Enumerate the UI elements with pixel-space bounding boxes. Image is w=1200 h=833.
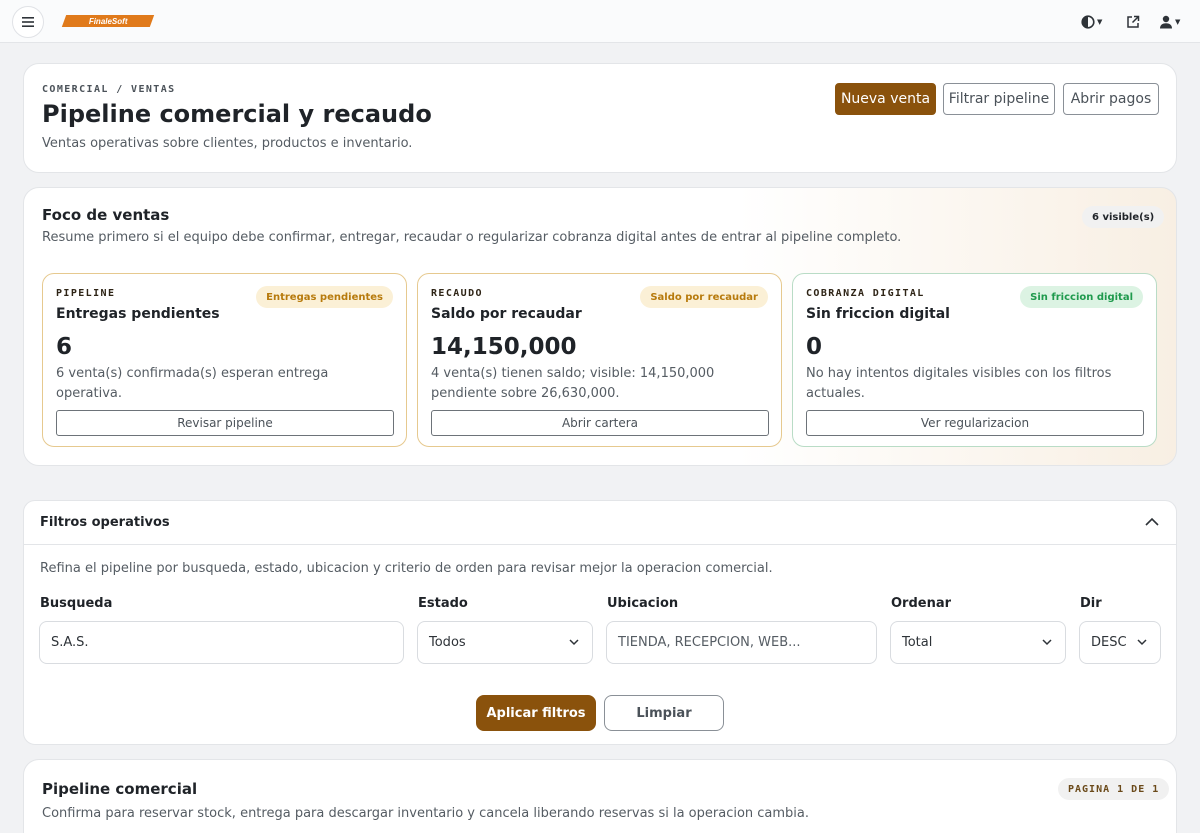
status-badge: Entregas pendientes (256, 286, 393, 308)
search-label: Busqueda (40, 596, 113, 611)
metric-title: Entregas pendientes (56, 306, 220, 322)
page-badge: PAGINA 1 DE 1 (1058, 778, 1170, 800)
chevron-up-icon[interactable] (1145, 517, 1159, 527)
review-pipeline-button[interactable]: Revisar pipeline (56, 410, 394, 436)
status-select[interactable]: Todos (417, 621, 593, 664)
apply-filters-button[interactable]: Aplicar filtros (476, 695, 596, 731)
metric-card-digital: COBRANZA DIGITAL Sin friccion digital Si… (792, 273, 1157, 447)
search-value: S.A.S. (51, 635, 89, 650)
caret-down-icon: ▼ (1175, 18, 1181, 26)
chevron-down-icon (569, 639, 579, 646)
external-link-button[interactable] (1126, 12, 1140, 32)
theme-icon (1081, 15, 1095, 29)
metric-description: 4 venta(s) tienen saldo; visible: 14,150… (431, 366, 715, 401)
chevron-down-icon (1042, 639, 1052, 646)
location-label: Ubicacion (607, 596, 679, 611)
new-sale-button[interactable]: Nueva venta (835, 83, 936, 115)
chevron-down-icon (1137, 639, 1147, 646)
user-menu[interactable]: ▼ (1159, 12, 1180, 32)
order-value: Total (902, 635, 933, 650)
filters-description: Refina el pipeline por busqueda, estado,… (40, 561, 773, 576)
header-card: COMERCIAL / VENTAS Pipeline comercial y … (23, 63, 1177, 173)
order-select[interactable]: Total (890, 621, 1066, 664)
view-regularization-button[interactable]: Ver regularizacion (806, 410, 1144, 436)
breadcrumb: COMERCIAL / VENTAS (42, 84, 176, 95)
metric-description: 6 venta(s) confirmada(s) esperan entrega… (56, 366, 329, 401)
pipeline-title: Pipeline comercial (42, 780, 198, 798)
open-payments-button[interactable]: Abrir pagos (1063, 83, 1159, 115)
location-input[interactable]: TIENDA, RECEPCION, WEB... (606, 621, 877, 664)
metric-eyebrow: COBRANZA DIGITAL (806, 288, 925, 299)
page-subtitle: Ventas operativas sobre clientes, produc… (42, 136, 413, 151)
pipeline-description: Confirma para reservar stock, entrega pa… (42, 806, 810, 821)
status-badge: Saldo por recaudar (640, 286, 768, 308)
logo[interactable]: FinaleSoft (61, 15, 155, 27)
external-link-icon (1127, 15, 1140, 28)
status-badge: Sin friccion digital (1020, 286, 1143, 308)
filters-title: Filtros operativos (40, 515, 170, 530)
metric-card-pipeline: PIPELINE Entregas pendientes Entregas pe… (42, 273, 407, 447)
logo-text: FinaleSoft (88, 16, 128, 26)
caret-down-icon: ▼ (1097, 18, 1103, 26)
metric-eyebrow: PIPELINE (56, 288, 116, 299)
user-icon (1160, 15, 1172, 29)
menu-icon (22, 17, 34, 27)
direction-select[interactable]: DESC (1079, 621, 1161, 664)
direction-label: Dir (1080, 596, 1102, 611)
metric-value: 0 (806, 334, 823, 360)
location-value: TIENDA, RECEPCION, WEB... (618, 635, 801, 650)
page-title: Pipeline comercial y recaudo (42, 100, 432, 128)
direction-value: DESC (1091, 635, 1127, 650)
open-portfolio-button[interactable]: Abrir cartera (431, 410, 769, 436)
search-input[interactable]: S.A.S. (39, 621, 404, 664)
metric-value: 14,150,000 (431, 334, 577, 360)
menu-button[interactable] (12, 6, 44, 38)
pipeline-card: Pipeline comercial Confirma para reserva… (23, 759, 1177, 833)
theme-toggle[interactable]: ▼ (1081, 12, 1102, 32)
order-label: Ordenar (891, 596, 952, 611)
metric-eyebrow: RECAUDO (431, 288, 483, 299)
filters-header[interactable]: Filtros operativos (24, 501, 1176, 545)
status-value: Todos (429, 635, 466, 650)
top-bar: FinaleSoft ▼ ▼ (0, 0, 1200, 43)
status-label: Estado (418, 596, 468, 611)
metric-description: No hay intentos digitales visibles con l… (806, 366, 1112, 401)
metric-title: Saldo por recaudar (431, 306, 582, 322)
metric-title: Sin friccion digital (806, 306, 950, 322)
focus-description: Resume primero si el equipo debe confirm… (42, 230, 902, 245)
focus-title: Foco de ventas (42, 206, 170, 224)
metric-card-collection: RECAUDO Saldo por recaudar Saldo por rec… (417, 273, 782, 447)
visible-count-badge: 6 visible(s) (1082, 206, 1165, 228)
metric-value: 6 (56, 334, 73, 360)
clear-filters-button[interactable]: Limpiar (604, 695, 724, 731)
filter-pipeline-button[interactable]: Filtrar pipeline (943, 83, 1055, 115)
